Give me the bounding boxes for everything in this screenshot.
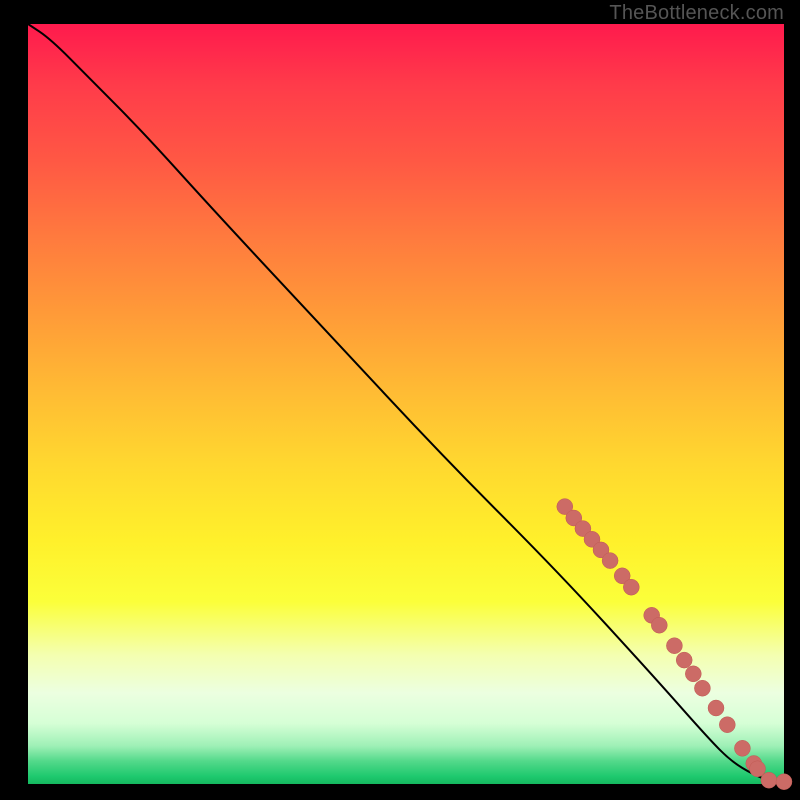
data-point	[776, 774, 792, 790]
data-point	[719, 717, 735, 733]
chart-stage: TheBottleneck.com	[0, 0, 800, 800]
data-point	[694, 680, 710, 696]
data-point	[676, 652, 692, 668]
bottleneck-curve	[28, 24, 784, 782]
data-point	[623, 579, 639, 595]
data-point	[734, 740, 750, 756]
data-point	[761, 772, 777, 788]
data-point	[685, 666, 701, 682]
data-point	[602, 553, 618, 569]
data-point	[666, 638, 682, 654]
data-point	[651, 617, 667, 633]
data-point	[708, 700, 724, 716]
curve-layer	[0, 0, 800, 800]
